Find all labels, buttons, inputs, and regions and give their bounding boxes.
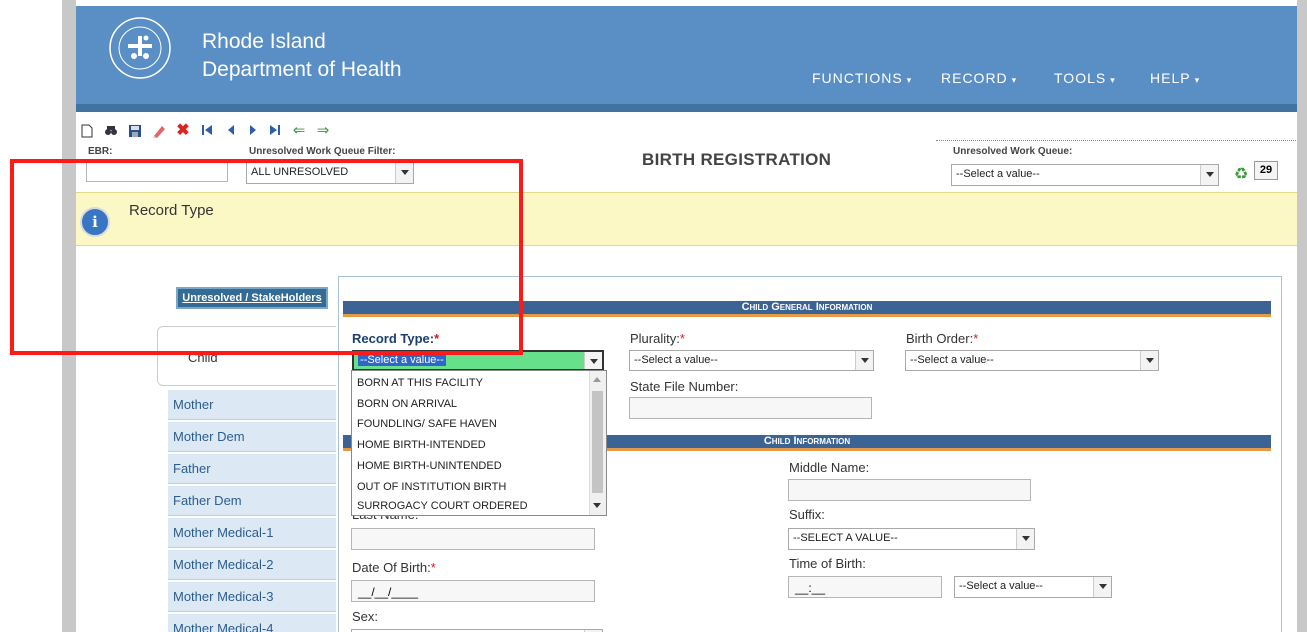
list-item[interactable]: BORN ON ARRIVAL [357,394,457,414]
chevron-down-icon [584,352,602,369]
required-mark: * [973,331,979,346]
page-title: BIRTH REGISTRATION [642,150,832,169]
ebr-label: EBR: [88,146,113,157]
sidebar-item-mother-medical-1[interactable]: Mother Medical-1 [168,518,336,548]
edit-icon[interactable] [152,124,166,138]
birth-order-label-text: Birth Order: [906,331,974,346]
suffix-select[interactable]: --SELECT A VALUE-- [788,528,1035,550]
sidebar-item-mother[interactable]: Mother [168,390,336,420]
record-type-value: --Select a value-- [358,354,446,366]
annotation-highlight-box [10,159,523,355]
header-title-line1: Rhode Island [202,30,326,53]
suffix-value: --SELECT A VALUE-- [793,532,898,544]
required-mark: * [430,560,436,575]
list-item[interactable]: OUT OF INSTITUTION BIRTH [357,477,506,497]
chevron-down-icon [855,351,873,370]
header-shade [76,104,1297,112]
nav-tools[interactable]: TOOLS ▾ [1054,70,1116,86]
chevron-down-icon [1140,351,1158,370]
sidebar-item-mother-dem[interactable]: Mother Dem [168,422,336,452]
chevron-down-icon [1200,165,1218,185]
birth-order-select[interactable]: --Select a value-- [905,350,1159,371]
right-scroll-gutter [1297,0,1307,632]
divider [936,140,1296,141]
dropdown-scrollbar[interactable] [589,371,606,515]
nav-functions-label: FUNCTIONS [812,70,903,86]
chevron-down-icon [1093,577,1111,597]
time-mask: __:__ [795,581,826,595]
record-type-dropdown-list[interactable]: BORN AT THIS FACILITY BORN ON ARRIVAL FO… [351,370,607,516]
chevron-down-icon [1016,529,1034,549]
plurality-select[interactable]: --Select a value-- [629,350,874,371]
delete-icon[interactable]: ✖ [176,123,190,139]
middle-name-input[interactable] [788,479,1031,501]
sex-label: Sex: [352,609,379,624]
required-mark: * [679,331,685,346]
sidebar-item-father-dem[interactable]: Father Dem [168,486,336,516]
scroll-down-icon[interactable] [593,503,601,508]
queue-count-badge: 29 [1254,161,1278,180]
birth-order-value: --Select a value-- [910,354,994,366]
state-seal-logo [109,17,171,79]
nav-functions[interactable]: FUNCTIONS ▾ [812,70,912,86]
nav-record-label: RECORD [941,70,1008,86]
nav-help[interactable]: HELP ▾ [1150,70,1200,86]
new-icon[interactable] [80,124,94,138]
time-period-value: --Select a value-- [959,580,1043,592]
app-header: Rhode Island Department of Health FUNCTI… [76,6,1297,110]
time-period-select[interactable]: --Select a value-- [954,576,1112,598]
next-record-icon[interactable] [246,124,260,138]
chevron-down-icon: ▾ [1011,75,1018,85]
plurality-value: --Select a value-- [634,354,718,366]
back-arrow-icon[interactable]: ⇐ [292,123,306,138]
nav-tools-label: TOOLS [1054,70,1107,86]
birth-order-label: Birth Order:* [906,331,978,346]
last-name-input[interactable] [351,528,595,550]
chevron-down-icon: ▾ [1110,75,1116,85]
chevron-down-icon: ▾ [1194,75,1201,85]
dob-label: Date Of Birth:* [352,560,436,575]
filter-label: Unresolved Work Queue Filter: [249,146,396,157]
header-title-line2: Department of Health [202,58,402,81]
forward-arrow-icon[interactable]: ⇒ [316,123,330,138]
sidebar-item-father[interactable]: Father [168,454,336,484]
last-record-icon[interactable] [268,124,282,138]
sidebar-item-mother-medical-3[interactable]: Mother Medical-3 [168,582,336,612]
save-icon[interactable] [128,124,142,138]
list-item[interactable]: BORN AT THIS FACILITY [357,373,483,393]
refresh-icon[interactable]: ♻ [1234,164,1248,184]
nav-help-label: HELP [1150,70,1191,86]
plurality-label-text: Plurality: [630,331,680,346]
dob-label-text: Date Of Birth: [352,560,431,575]
nav-record[interactable]: RECORD ▾ [941,70,1017,86]
dob-input[interactable]: __/__/____ [351,580,595,602]
state-file-label: State File Number: [630,379,739,394]
state-file-input[interactable] [629,397,872,419]
list-item[interactable]: HOME BIRTH-UNINTENDED [357,456,502,476]
queue-label: Unresolved Work Queue: [953,146,1073,157]
find-icon[interactable] [104,124,118,138]
sidebar-item-mother-medical-2[interactable]: Mother Medical-2 [168,550,336,580]
previous-record-icon[interactable] [224,124,238,138]
suffix-label: Suffix: [789,507,825,522]
scroll-up-icon[interactable] [593,377,601,382]
first-record-icon[interactable] [200,124,214,138]
chevron-down-icon: ▾ [906,75,913,85]
middle-name-label: Middle Name: [789,460,870,475]
queue-value: --Select a value-- [956,168,1040,180]
list-item[interactable]: FOUNDLING/ SAFE HAVEN [357,414,497,434]
work-queue-select[interactable]: --Select a value-- [951,164,1219,186]
dob-mask: __/__/____ [358,585,419,599]
list-item[interactable]: HOME BIRTH-INTENDED [357,435,486,455]
time-of-birth-input[interactable]: __:__ [788,576,942,598]
list-item[interactable]: SURROGACY COURT ORDERED [357,498,528,514]
sidebar-item-mother-medical-4[interactable]: Mother Medical-4 [168,614,336,632]
scrollbar-thumb[interactable] [592,391,603,493]
time-of-birth-label: Time of Birth: [789,556,866,571]
plurality-label: Plurality:* [630,331,685,346]
